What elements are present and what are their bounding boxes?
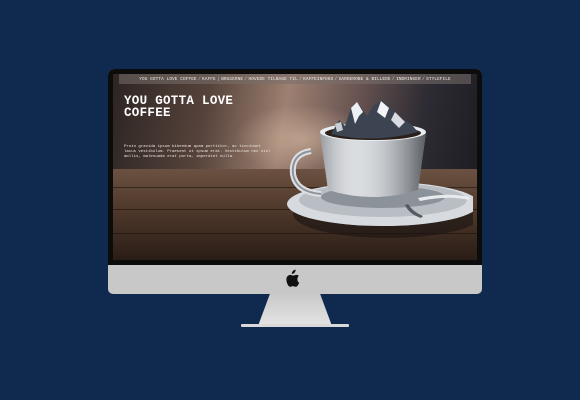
hero-title-line: COFFEE [124, 106, 171, 120]
nav-item-hovede[interactable]: HOVEDE TILBAGE TIL [249, 77, 298, 82]
nav-item-brugerne[interactable]: BRUGERNE [221, 77, 243, 82]
nav-item-garderobe[interactable]: GARDEROBE & BILLEDE [339, 77, 391, 82]
apple-logo-icon [286, 269, 300, 287]
hero-body-text: Proin gravida ipsum bibendum quam portti… [124, 145, 271, 159]
website-screen: YOU GOTTA LOVE COFFEE / KAFFE | BRUGERNE… [113, 74, 477, 260]
nav-item-kaffe[interactable]: KAFFE [202, 77, 216, 82]
monitor-stand-foot [241, 324, 349, 327]
nav-item-indringer[interactable]: INDRINGER [396, 77, 421, 82]
nav-item-kaffeinfo[interactable]: KAFFEINFOKS [303, 77, 333, 82]
site-navigation: YOU GOTTA LOVE COFFEE / KAFFE | BRUGERNE… [119, 74, 471, 84]
hero-title: YOU GOTTA LOVE COFFEE [124, 95, 233, 120]
screen-bezel: YOU GOTTA LOVE COFFEE / KAFFE | BRUGERNE… [108, 69, 482, 265]
nav-item-stylefile[interactable]: STYLEFILE [426, 77, 451, 82]
nav-item-home[interactable]: YOU GOTTA LOVE COFFEE [139, 77, 196, 82]
imac-monitor: YOU GOTTA LOVE COFFEE / KAFFE | BRUGERNE… [108, 69, 482, 294]
monitor-stand [258, 294, 332, 326]
coffee-cup-image [273, 94, 477, 244]
